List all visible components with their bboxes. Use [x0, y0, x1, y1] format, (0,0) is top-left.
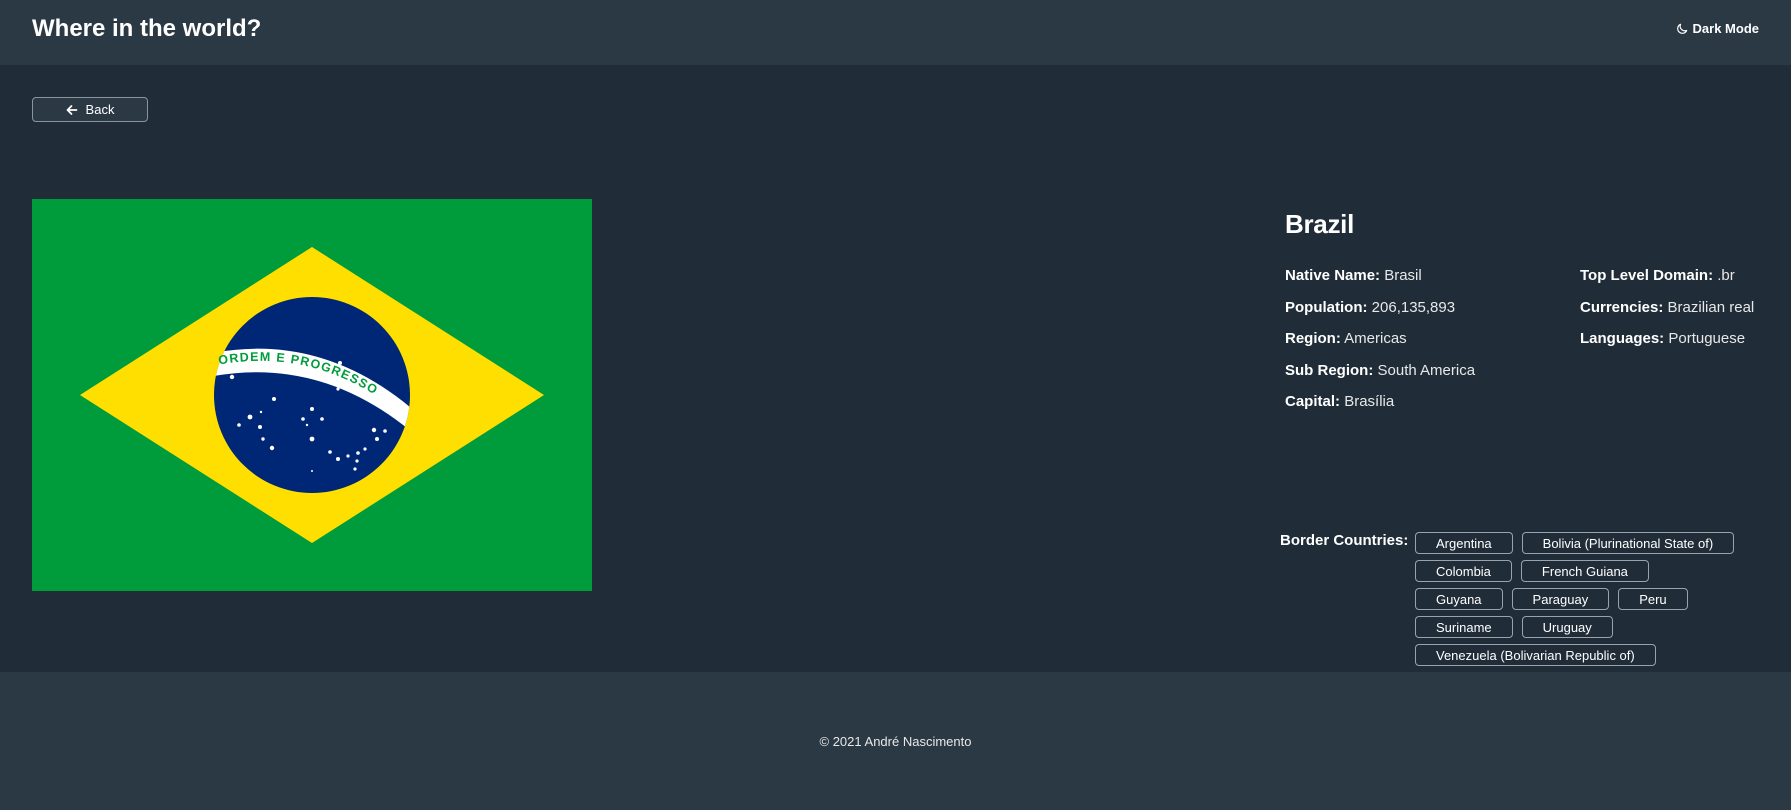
border-country-chip[interactable]: Colombia — [1415, 560, 1512, 582]
country-flag: ORDEM E PROGRESSO — [32, 199, 592, 591]
region-label: Region: — [1285, 330, 1341, 347]
footer-copyright: © 2021 André Nascimento — [819, 733, 972, 749]
dark-mode-toggle[interactable]: Dark Mode — [1675, 21, 1759, 36]
languages-value: Portuguese — [1668, 330, 1746, 347]
languages-label: Languages: — [1580, 330, 1665, 347]
border-country-list: Argentina Bolivia (Plurinational State o… — [1415, 532, 1780, 672]
tld-row: Top Level Domain: .br — [1580, 267, 1754, 299]
subregion-label: Sub Region: — [1285, 361, 1374, 379]
arrow-left-icon — [66, 104, 77, 115]
dark-mode-label: Dark Mode — [1692, 21, 1759, 36]
border-country-chip[interactable]: French Guiana — [1520, 560, 1649, 582]
native-name-row: Native Name: Brasil — [1285, 267, 1475, 299]
capital-value: Brasília — [1344, 393, 1395, 410]
population-label: Population: — [1285, 298, 1368, 316]
country-details: Brazil Native Name: Brasil Population: 2… — [1285, 209, 1785, 410]
border-country-chip[interactable]: Peru — [1618, 588, 1688, 610]
region-row: Region: Americas — [1285, 330, 1475, 362]
app-title: Where in the world? — [32, 14, 262, 42]
border-country-chip[interactable]: Uruguay — [1521, 616, 1613, 638]
subregion-value: South America — [1377, 361, 1476, 379]
native-name-value: Brasil — [1384, 267, 1422, 284]
capital-row: Capital: Brasília — [1285, 393, 1475, 425]
currencies-value: Brazilian real — [1667, 298, 1755, 316]
details-column-secondary: Top Level Domain: .br Currencies: Brazil… — [1580, 267, 1754, 362]
population-row: Population: 206,135,893 — [1285, 299, 1475, 331]
border-country-chip[interactable]: Paraguay — [1511, 588, 1610, 610]
page-footer: © 2021 André Nascimento — [0, 672, 1791, 810]
subregion-row: Sub Region: South America — [1285, 362, 1475, 394]
population-value: 206,135,893 — [1371, 298, 1456, 316]
tld-value: .br — [1717, 267, 1735, 284]
back-button[interactable]: Back — [32, 97, 148, 122]
details-column-primary: Native Name: Brasil Population: 206,135,… — [1285, 267, 1475, 425]
region-value: Americas — [1344, 330, 1407, 347]
border-countries-label: Border Countries: — [1280, 532, 1409, 549]
tld-label: Top Level Domain: — [1580, 267, 1714, 284]
currencies-label: Currencies: — [1580, 298, 1664, 316]
capital-label: Capital: — [1285, 393, 1341, 410]
country-name: Brazil — [1285, 209, 1355, 239]
border-country-chip[interactable]: Suriname — [1415, 616, 1513, 638]
border-country-chip[interactable]: Bolivia (Plurinational State of) — [1521, 532, 1735, 554]
back-button-label: Back — [85, 102, 115, 117]
currencies-row: Currencies: Brazilian real — [1580, 299, 1754, 331]
border-country-chip[interactable]: Argentina — [1415, 532, 1513, 554]
border-country-chip[interactable]: Guyana — [1415, 588, 1503, 610]
native-name-label: Native Name: — [1285, 267, 1381, 284]
country-detail: Back ORDEM E PROGRESSO Brazil Native Nam… — [0, 65, 1791, 672]
languages-row: Languages: Portuguese — [1580, 330, 1754, 362]
app-header: Where in the world? Dark Mode — [0, 0, 1791, 65]
moon-icon — [1676, 23, 1687, 34]
border-country-chip[interactable]: Venezuela (Bolivarian Republic of) — [1415, 644, 1656, 666]
